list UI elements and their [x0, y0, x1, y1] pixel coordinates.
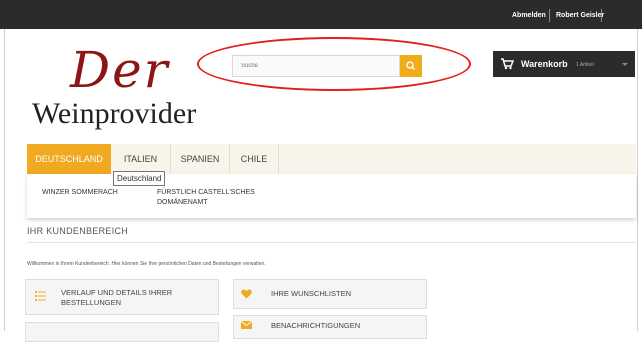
logout-link[interactable]: Abmelden [512, 9, 546, 23]
heart-icon [241, 289, 252, 299]
tile-label: VERLAUF UND DETAILS IHRER [61, 288, 173, 297]
dropdown-item-fuerstlich-castell[interactable]: FÜRSTLICH CASTELL'SCHES DOMÄNENAMT [157, 188, 255, 208]
page-border-left [4, 29, 5, 331]
section-title: IHR KUNDENBEREICH [27, 226, 129, 236]
envelope-icon [241, 321, 252, 329]
dropdown-item-label: DOMÄNENAMT [157, 199, 208, 206]
welcome-text: Willkommen in Ihrem Kundenbereich. Hier … [27, 261, 266, 267]
nav-tooltip: Deutschland [113, 171, 166, 186]
nav-tab-chile[interactable]: CHILE [230, 144, 278, 174]
cart-label: Warenkorb [521, 59, 568, 69]
tile-partial[interactable] [25, 322, 219, 342]
cart-count: 1 Artikel [576, 62, 594, 68]
tile-label: BESTELLUNGEN [61, 298, 122, 307]
top-bar-divider [549, 9, 550, 22]
cart-icon [501, 58, 514, 70]
nav-tab-spanien[interactable]: SPANIEN [171, 144, 229, 174]
tile-label: BENACHRICHTIGUNGEN [271, 321, 361, 330]
top-bar-divider [601, 9, 602, 22]
nav-tab-italien[interactable]: ITALIEN [111, 144, 170, 174]
highlight-annotation [197, 37, 471, 91]
section-divider [27, 242, 636, 243]
dropdown-item-winzer-sommerach[interactable]: WINZER SOMMERACH [42, 188, 118, 198]
tile-label: IHRE WUNSCHLISTEN [271, 289, 352, 298]
page-border-right [637, 29, 638, 331]
logo-text-der[interactable]: Der [70, 42, 170, 98]
chevron-down-icon[interactable] [622, 63, 628, 66]
account-user-link[interactable]: Robert Geisler [556, 9, 604, 23]
nav-tab-deutschland[interactable]: DEUTSCHLAND [27, 144, 111, 174]
nav-divider [278, 144, 279, 174]
dropdown-item-label: FÜRSTLICH CASTELL'SCHES [157, 189, 255, 196]
list-icon [35, 291, 46, 301]
logo-text-weinprovider[interactable]: Weinprovider [32, 96, 196, 132]
